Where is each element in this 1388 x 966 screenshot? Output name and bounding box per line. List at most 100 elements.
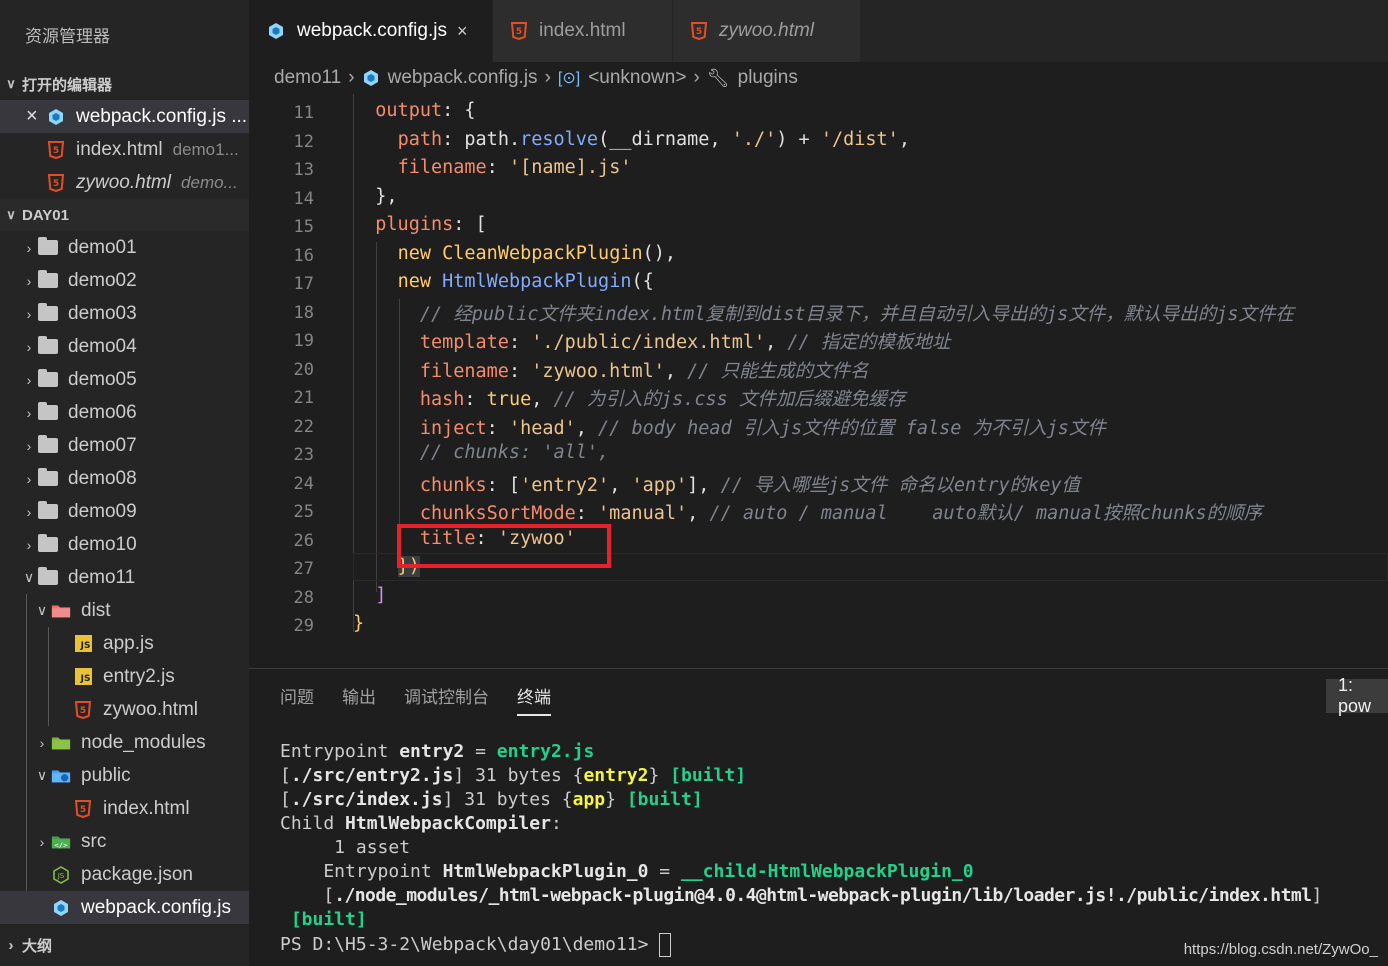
code-line-14: }, [375, 186, 398, 207]
folder-label: demo02 [68, 269, 137, 291]
js-file-icon: JS [73, 667, 93, 687]
explorer-sidebar: 资源管理器 ∨ 打开的编辑器 × webpack.config.js ... 5… [0, 0, 249, 966]
folder-demo10[interactable]: › demo10 [0, 528, 249, 561]
tab-terminal[interactable]: 终端 [517, 683, 551, 716]
webpack-icon [51, 898, 71, 918]
chevron-right-icon: › [26, 305, 32, 322]
open-editor-webpack-config[interactable]: × webpack.config.js ... [0, 100, 249, 133]
breadcrumb-item[interactable]: plugins [738, 67, 798, 89]
line-number: 16 [293, 245, 314, 266]
terminal-line: Child HtmlWebpackCompiler: [280, 813, 562, 834]
file-label: zywoo.html [103, 698, 199, 720]
folder-label: public [81, 764, 131, 786]
open-editors-header[interactable]: ∨ 打开的编辑器 [0, 68, 249, 100]
tab-label: index.html [539, 20, 626, 41]
folder-label: demo07 [68, 434, 137, 456]
svg-text:5: 5 [53, 179, 59, 189]
file-app-js[interactable]: JS app.js [0, 627, 249, 660]
highlight-annotation-box [397, 524, 611, 568]
line-number: 13 [293, 160, 314, 180]
folder-public[interactable]: ∨ public [0, 759, 249, 792]
tab-webpack-config[interactable]: webpack.config.js × [249, 0, 493, 62]
chevron-right-icon: › [8, 936, 14, 954]
file-package-json[interactable]: JS package.json [0, 858, 249, 891]
webpack-icon [46, 107, 66, 127]
html5-icon: 5 [46, 140, 66, 160]
svg-text:JS: JS [57, 872, 65, 880]
folder-demo08[interactable]: › demo08 [0, 462, 249, 495]
folder-demo11[interactable]: ∨ demo11 [0, 561, 249, 594]
folder-dist[interactable]: ∨ dist [0, 594, 249, 627]
js-file-icon: JS [73, 634, 93, 654]
folder-node-modules[interactable]: › node_modules [0, 726, 249, 759]
breadcrumb-item[interactable]: <unknown> [588, 67, 686, 89]
terminal-prompt[interactable]: PS D:\H5-3-2\Webpack\day01\demo11> [280, 933, 672, 957]
svg-text:5: 5 [53, 146, 59, 156]
folder-demo07[interactable]: › demo07 [0, 429, 249, 462]
code-line-13: filename: '[name].js' [397, 157, 632, 178]
workspace-header[interactable]: ∨ DAY01 [0, 199, 249, 231]
chevron-right-icon: › [26, 503, 32, 520]
folder-label: demo08 [68, 467, 137, 489]
line-number: 29 [293, 616, 314, 636]
folder-demo03[interactable]: › demo03 [0, 297, 249, 330]
close-icon[interactable]: × [26, 105, 46, 128]
html5-icon: 5 [73, 799, 93, 819]
breadcrumb-item[interactable]: demo11 [274, 67, 341, 89]
breadcrumb-item[interactable]: webpack.config.js [388, 67, 538, 89]
terminal-line: [./src/index.js] 31 bytes {app} [built] [280, 789, 703, 810]
file-webpack-config-js[interactable]: webpack.config.js [0, 891, 249, 924]
nodejs-icon: JS [51, 865, 71, 885]
folder-demo02[interactable]: › demo02 [0, 264, 249, 297]
open-editor-zywoo-html[interactable]: 5 zywoo.html demo... [0, 166, 249, 199]
line-number: 14 [293, 188, 314, 209]
terminal-selector[interactable]: 1: pow [1326, 675, 1388, 716]
file-entry2-js[interactable]: JS entry2.js [0, 660, 249, 693]
folder-icon [38, 336, 58, 357]
code-line-21: hash: true, // 为引入的js.css 文件加后缀避免缓存 [419, 389, 906, 410]
line-number: 25 [293, 502, 314, 522]
chevron-right-icon: › [26, 272, 32, 289]
folder-demo05[interactable]: › demo05 [0, 363, 249, 396]
code-editor[interactable]: 11 12 13 14 15 16 17 18 19 20 21 22 23 24 25 26 27 28 29 o… [249, 94, 1388, 666]
open-editor-index-html[interactable]: 5 index.html demo1... [0, 133, 249, 166]
file-public-index-html[interactable]: 5 index.html [0, 792, 249, 825]
open-editor-desc: demo... [181, 172, 238, 192]
webpack-icon [362, 69, 380, 87]
tab-problems[interactable]: 问题 [280, 683, 314, 716]
chevron-down-icon: ∨ [36, 767, 48, 783]
file-zywoo-html[interactable]: 5 zywoo.html [0, 693, 249, 726]
folder-demo04[interactable]: › demo04 [0, 330, 249, 363]
file-label: webpack.config.js [81, 896, 231, 918]
line-number: 24 [293, 473, 314, 494]
chevron-down-icon: ∨ [23, 569, 35, 585]
chevron-right-icon: › [26, 239, 32, 256]
dist-folder-icon [51, 601, 71, 621]
code-line-16: new CleanWebpackPlugin(), [397, 243, 677, 264]
open-editors-label: 打开的编辑器 [22, 76, 113, 94]
close-icon[interactable]: × [457, 21, 468, 42]
workspace-label: DAY01 [22, 206, 69, 224]
folder-label: demo06 [68, 401, 137, 423]
tab-output[interactable]: 输出 [342, 683, 376, 716]
open-editor-label: zywoo.html [76, 171, 172, 193]
folder-src[interactable]: › </> src [0, 825, 249, 858]
tab-index-html[interactable]: 5 index.html [493, 0, 673, 62]
tab-zywoo-html[interactable]: 5 zywoo.html [673, 0, 861, 62]
wrench-icon: 🔧︎ [706, 67, 730, 88]
code-line-25: chunksSortMode: 'manual', // auto / manu… [419, 503, 1263, 524]
open-editor-desc: demo1... [172, 139, 239, 159]
chevron-down-icon: ∨ [36, 602, 48, 618]
folder-demo01[interactable]: › demo01 [0, 231, 249, 264]
folder-demo06[interactable]: › demo06 [0, 396, 249, 429]
tab-debug-console[interactable]: 调试控制台 [404, 683, 489, 716]
folder-demo09[interactable]: › demo09 [0, 495, 249, 528]
outline-header[interactable]: › 大纲 [0, 928, 249, 962]
tab-label: zywoo.html [719, 20, 815, 41]
chevron-right-icon: › [39, 734, 45, 751]
folder-label: node_modules [81, 731, 206, 753]
chevron-down-icon: ∨ [6, 76, 16, 91]
line-number: 22 [293, 416, 314, 437]
public-folder-icon [51, 766, 71, 786]
code-line-22: inject: 'head', // body head 引入js文件的位置 f… [419, 418, 1106, 439]
